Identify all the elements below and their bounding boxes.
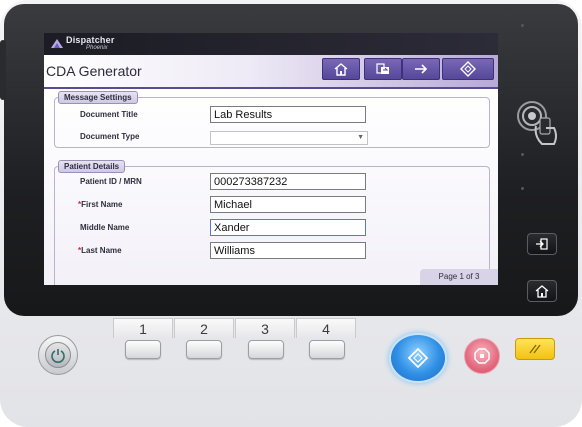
register-key-1[interactable] (125, 340, 161, 359)
start-diamond-icon (407, 347, 429, 369)
power-icon (51, 349, 65, 363)
last-name-label-text: Last Name (81, 246, 122, 255)
first-name-label: *First Name (78, 200, 122, 209)
patient-id-field[interactable]: 000273387232 (210, 173, 366, 190)
number-tab-2: 2 (174, 318, 234, 338)
last-name-label: *Last Name (78, 246, 122, 255)
stop-icon (474, 348, 490, 364)
hardware-home-button[interactable] (527, 280, 557, 302)
start-diamond-icon (460, 61, 476, 77)
brand-bar: Dispatcher Phoenix (44, 33, 498, 55)
chevron-down-icon: ▼ (357, 134, 364, 141)
number-tab-3: 3 (235, 318, 295, 338)
touch-screen: Dispatcher Phoenix CDA Generator Message… (44, 33, 498, 285)
stop-button[interactable] (464, 338, 500, 374)
brand-sub: Phoenix (86, 45, 108, 51)
home-icon (535, 285, 549, 298)
indicator-dot (521, 153, 524, 156)
last-name-field[interactable]: Williams (210, 242, 366, 259)
page-indicator: Page 1 of 3 (420, 269, 498, 285)
home-button[interactable] (322, 58, 360, 80)
power-button[interactable] (38, 335, 78, 375)
side-tab (0, 40, 6, 100)
middle-name-label: Middle Name (80, 223, 130, 232)
dispatcher-logo-icon (51, 39, 63, 48)
register-key-4[interactable] (309, 340, 345, 359)
patient-details-legend: Patient Details (58, 160, 126, 173)
start-button[interactable] (389, 333, 447, 383)
logout-icon (536, 238, 548, 250)
document-type-label: Document Type (80, 132, 140, 141)
register-key-2[interactable] (186, 340, 222, 359)
middle-name-field[interactable]: Xander (210, 219, 366, 236)
scan-destination-button[interactable] (364, 58, 402, 80)
printer-panel: Dispatcher Phoenix CDA Generator Message… (0, 0, 582, 427)
message-settings-legend: Message Settings (58, 91, 138, 104)
scan-to-destination-icon (376, 63, 389, 74)
indicator-dot (521, 187, 524, 190)
first-name-label-text: First Name (81, 200, 123, 209)
document-type-select[interactable]: ▼ (210, 131, 368, 145)
number-tab-4: 4 (296, 318, 356, 338)
register-key-3[interactable] (248, 340, 284, 359)
arrow-right-icon (415, 64, 428, 74)
document-title-field[interactable]: Lab Results (210, 106, 366, 123)
first-name-field[interactable]: Michael (210, 196, 366, 213)
number-tab-1: 1 (113, 318, 173, 338)
nfc-reader-icon (517, 101, 557, 145)
indicator-dot (521, 24, 524, 27)
reset-icon (529, 344, 541, 354)
patient-id-label: Patient ID / MRN (80, 177, 142, 186)
home-icon (334, 63, 348, 76)
document-title-label: Document Title (80, 110, 138, 119)
title-bar: CDA Generator (44, 55, 498, 89)
brand-name: Dispatcher (66, 35, 115, 45)
form-area: Message Settings Document Title Lab Resu… (44, 89, 498, 285)
next-button[interactable] (402, 58, 440, 80)
start-job-button[interactable] (442, 58, 494, 80)
logout-button[interactable] (527, 233, 557, 255)
page-title: CDA Generator (46, 63, 142, 79)
reset-button[interactable] (515, 338, 555, 360)
